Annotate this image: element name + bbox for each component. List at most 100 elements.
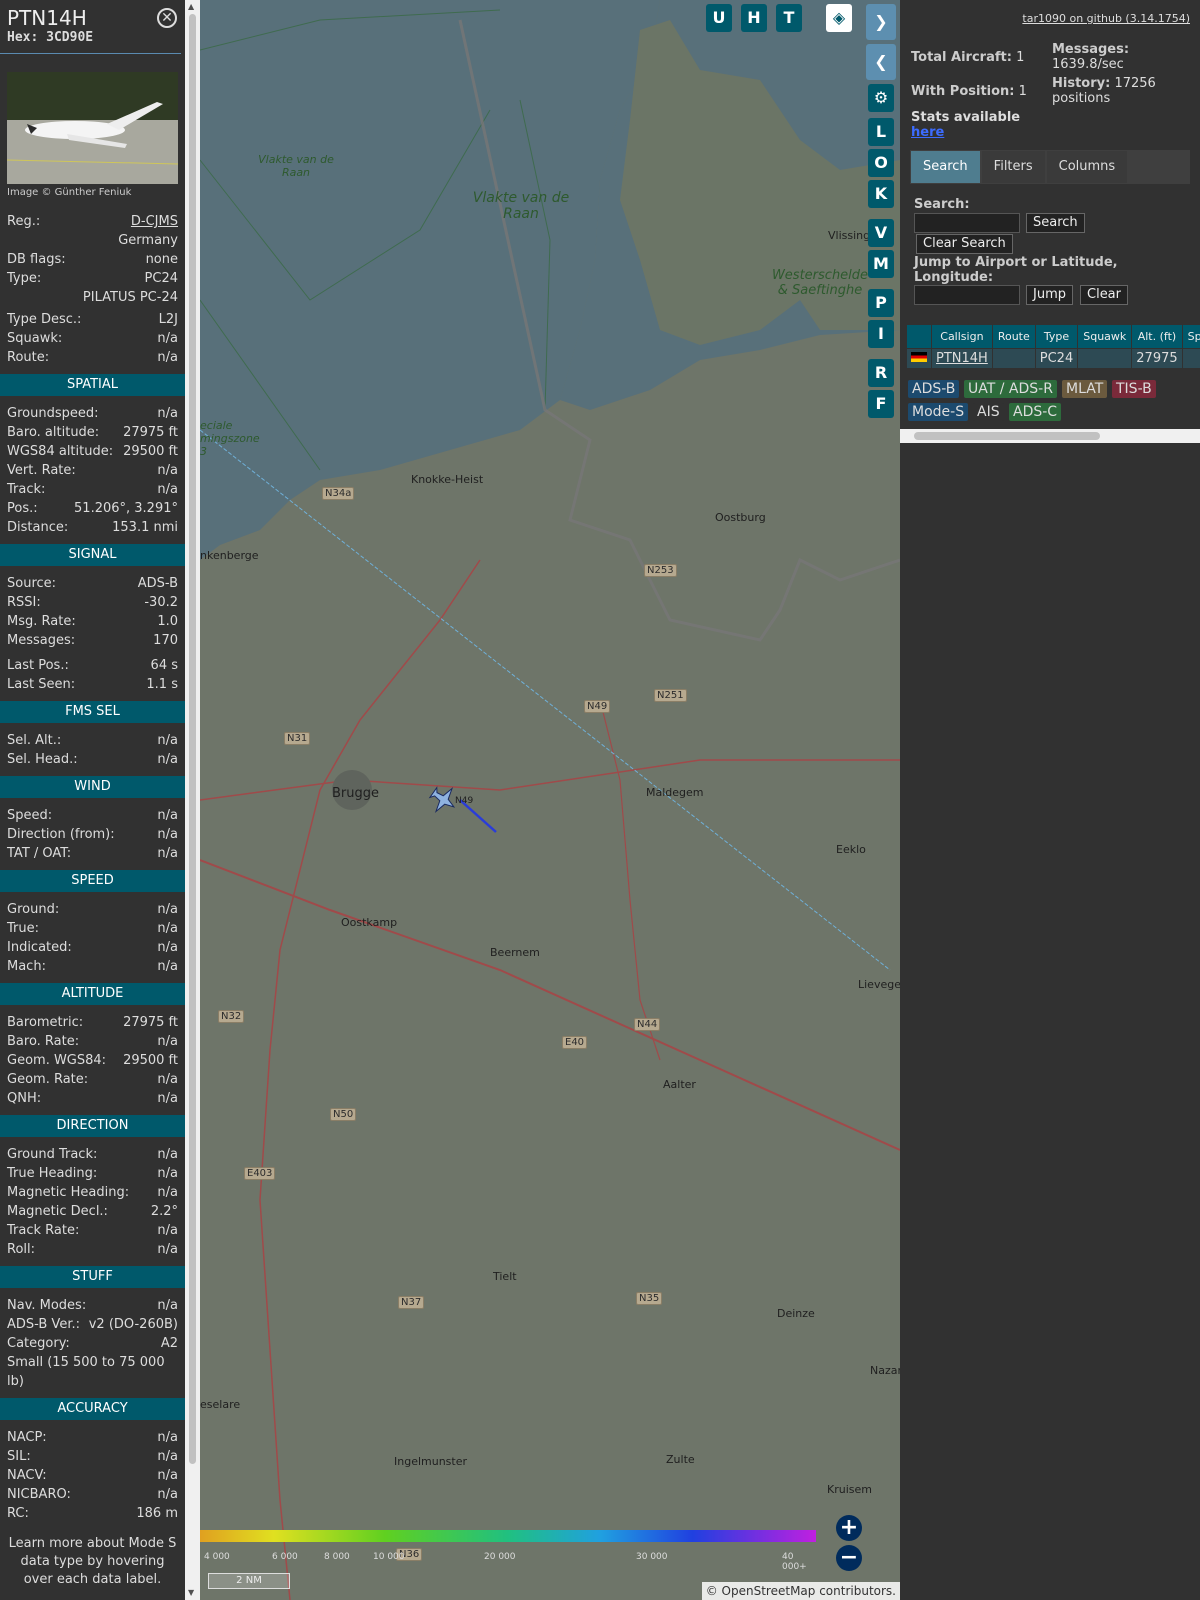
search-input[interactable] xyxy=(914,213,1020,233)
button-o[interactable]: O xyxy=(868,149,894,177)
clear-search-button[interactable]: Clear Search xyxy=(916,234,1013,254)
info-label[interactable]: NACV: xyxy=(7,1466,47,1485)
info-label[interactable]: Mach: xyxy=(7,957,46,976)
info-label[interactable]: NICBARO: xyxy=(7,1485,71,1504)
jump-button[interactable]: Jump xyxy=(1026,285,1073,305)
chevron-right-icon[interactable]: ❯ xyxy=(866,4,896,40)
map-view[interactable]: Knokke-Heist Oostburg Brugge Maldegem Ee… xyxy=(200,0,900,1600)
legend-ais[interactable]: AIS xyxy=(973,403,1004,421)
info-label[interactable]: Groundspeed: xyxy=(7,404,98,423)
info-label[interactable]: RSSI: xyxy=(7,593,41,612)
info-label[interactable]: Roll: xyxy=(7,1240,35,1259)
table-scrollbar[interactable] xyxy=(900,429,1200,443)
info-label[interactable]: QNH: xyxy=(7,1089,41,1108)
search-button[interactable]: Search xyxy=(1026,213,1085,233)
info-label[interactable]: True Heading: xyxy=(7,1164,97,1183)
button-t[interactable]: T xyxy=(776,4,802,32)
button-r[interactable]: R xyxy=(868,359,894,387)
column-header[interactable] xyxy=(906,324,932,349)
info-label[interactable]: Ground: xyxy=(7,900,59,919)
info-label[interactable]: Messages: xyxy=(7,631,75,650)
legend-uat-ads-r[interactable]: UAT / ADS-R xyxy=(964,380,1057,398)
chevron-left-icon[interactable]: ❮ xyxy=(866,44,896,80)
info-row: Pos.: 51.206°, 3.291° xyxy=(0,499,185,518)
info-label[interactable]: Nav. Modes: xyxy=(7,1296,86,1315)
info-label[interactable]: Msg. Rate: xyxy=(7,612,76,631)
column-header[interactable]: Spd. xyxy=(1181,324,1200,349)
info-label[interactable]: NACP: xyxy=(7,1428,47,1447)
gear-icon[interactable]: ⚙ xyxy=(868,84,894,112)
info-label[interactable]: Ground Track: xyxy=(7,1145,97,1164)
info-label[interactable]: RC: xyxy=(7,1504,29,1523)
info-label[interactable]: TAT / OAT: xyxy=(7,844,71,863)
button-m[interactable]: M xyxy=(868,250,894,278)
info-label[interactable]: Magnetic Heading: xyxy=(7,1183,129,1202)
info-label[interactable]: Direction (from): xyxy=(7,825,115,844)
button-v[interactable]: V xyxy=(868,219,894,247)
tab-columns[interactable]: Columns xyxy=(1046,151,1128,183)
button-f[interactable]: F xyxy=(868,390,894,418)
button-h[interactable]: H xyxy=(741,4,767,32)
info-label[interactable]: Magnetic Decl.: xyxy=(7,1202,108,1221)
info-label[interactable]: Source: xyxy=(7,574,56,593)
map-attribution[interactable]: © OpenStreetMap contributors. xyxy=(701,1582,900,1600)
info-row: TAT / OAT: n/a xyxy=(0,844,185,863)
tab-filters[interactable]: Filters xyxy=(981,151,1045,183)
stats-link[interactable]: here xyxy=(911,125,944,140)
info-label[interactable]: Sel. Head.: xyxy=(7,750,78,769)
info-label[interactable]: Geom. WGS84: xyxy=(7,1051,106,1070)
column-header[interactable]: Route xyxy=(991,324,1036,349)
info-label[interactable]: ADS-B Ver.: xyxy=(7,1315,80,1334)
info-label[interactable]: Baro. Rate: xyxy=(7,1032,79,1051)
github-link[interactable]: tar1090 on github (3.14.1754) xyxy=(1022,12,1190,25)
column-header[interactable]: Squawk xyxy=(1077,324,1133,349)
callsign-cell[interactable]: PTN14H xyxy=(931,348,993,369)
button-u[interactable]: U xyxy=(706,4,732,32)
info-row: Groundspeed: n/a xyxy=(0,404,185,423)
column-header[interactable]: Type xyxy=(1034,324,1079,349)
legend-ads-c[interactable]: ADS-C xyxy=(1009,403,1062,421)
info-label[interactable]: WGS84 altitude: xyxy=(7,442,113,461)
info-label[interactable]: Distance: xyxy=(7,518,68,537)
jump-input[interactable] xyxy=(914,285,1020,305)
tab-search[interactable]: Search xyxy=(911,151,980,183)
info-label[interactable]: Category: xyxy=(7,1334,70,1353)
info-label[interactable]: Indicated: xyxy=(7,938,72,957)
info-label[interactable]: Baro. altitude: xyxy=(7,423,99,442)
info-label[interactable]: Small (15 500 to 75 000 lb) xyxy=(7,1353,178,1391)
info-label[interactable]: Track Rate: xyxy=(7,1221,79,1240)
clear-button[interactable]: Clear xyxy=(1080,285,1128,305)
info-label[interactable]: Last Pos.: xyxy=(7,656,69,675)
table-row[interactable]: PTN14H PC24 27975 xyxy=(906,348,1200,369)
button-i[interactable]: I xyxy=(868,320,894,348)
info-label[interactable]: True: xyxy=(7,919,39,938)
info-label[interactable]: Geom. Rate: xyxy=(7,1070,88,1089)
close-icon[interactable]: ✕ xyxy=(157,8,177,28)
info-label[interactable]: Track: xyxy=(7,480,45,499)
info-label[interactable]: Speed: xyxy=(7,806,52,825)
info-label[interactable]: Sel. Alt.: xyxy=(7,731,61,750)
button-k[interactable]: K xyxy=(868,180,894,208)
registration-link[interactable]: D-CJMS xyxy=(131,212,178,231)
legend-mode-s[interactable]: Mode-S xyxy=(908,403,969,421)
legend-mlat[interactable]: MLAT xyxy=(1062,380,1108,398)
info-label[interactable]: Vert. Rate: xyxy=(7,461,76,480)
info-label[interactable]: SIL: xyxy=(7,1447,31,1466)
messages-value: 1639.8/sec xyxy=(1052,57,1124,72)
column-header[interactable]: Callsign xyxy=(931,324,993,349)
info-header: PTN14H Hex: 3CD90E ✕ xyxy=(0,0,181,54)
zoom-out-icon[interactable]: − xyxy=(836,1545,862,1571)
zoom-in-icon[interactable]: + xyxy=(836,1515,862,1541)
layers-icon[interactable]: ◈ xyxy=(826,4,852,32)
info-label[interactable]: Pos.: xyxy=(7,499,38,518)
button-l[interactable]: L xyxy=(868,118,894,146)
info-scrollbar[interactable]: ▲ ▼ xyxy=(185,0,200,1600)
legend-tis-b[interactable]: TIS-B xyxy=(1112,380,1156,398)
aircraft-photo[interactable] xyxy=(7,72,178,184)
scrollbar-thumb[interactable] xyxy=(189,14,196,1464)
info-label[interactable]: Barometric: xyxy=(7,1013,83,1032)
column-header[interactable]: Alt. (ft) xyxy=(1131,324,1183,349)
button-p[interactable]: P xyxy=(868,289,894,317)
legend-ads-b[interactable]: ADS-B xyxy=(908,380,960,398)
info-label[interactable]: Last Seen: xyxy=(7,675,75,694)
